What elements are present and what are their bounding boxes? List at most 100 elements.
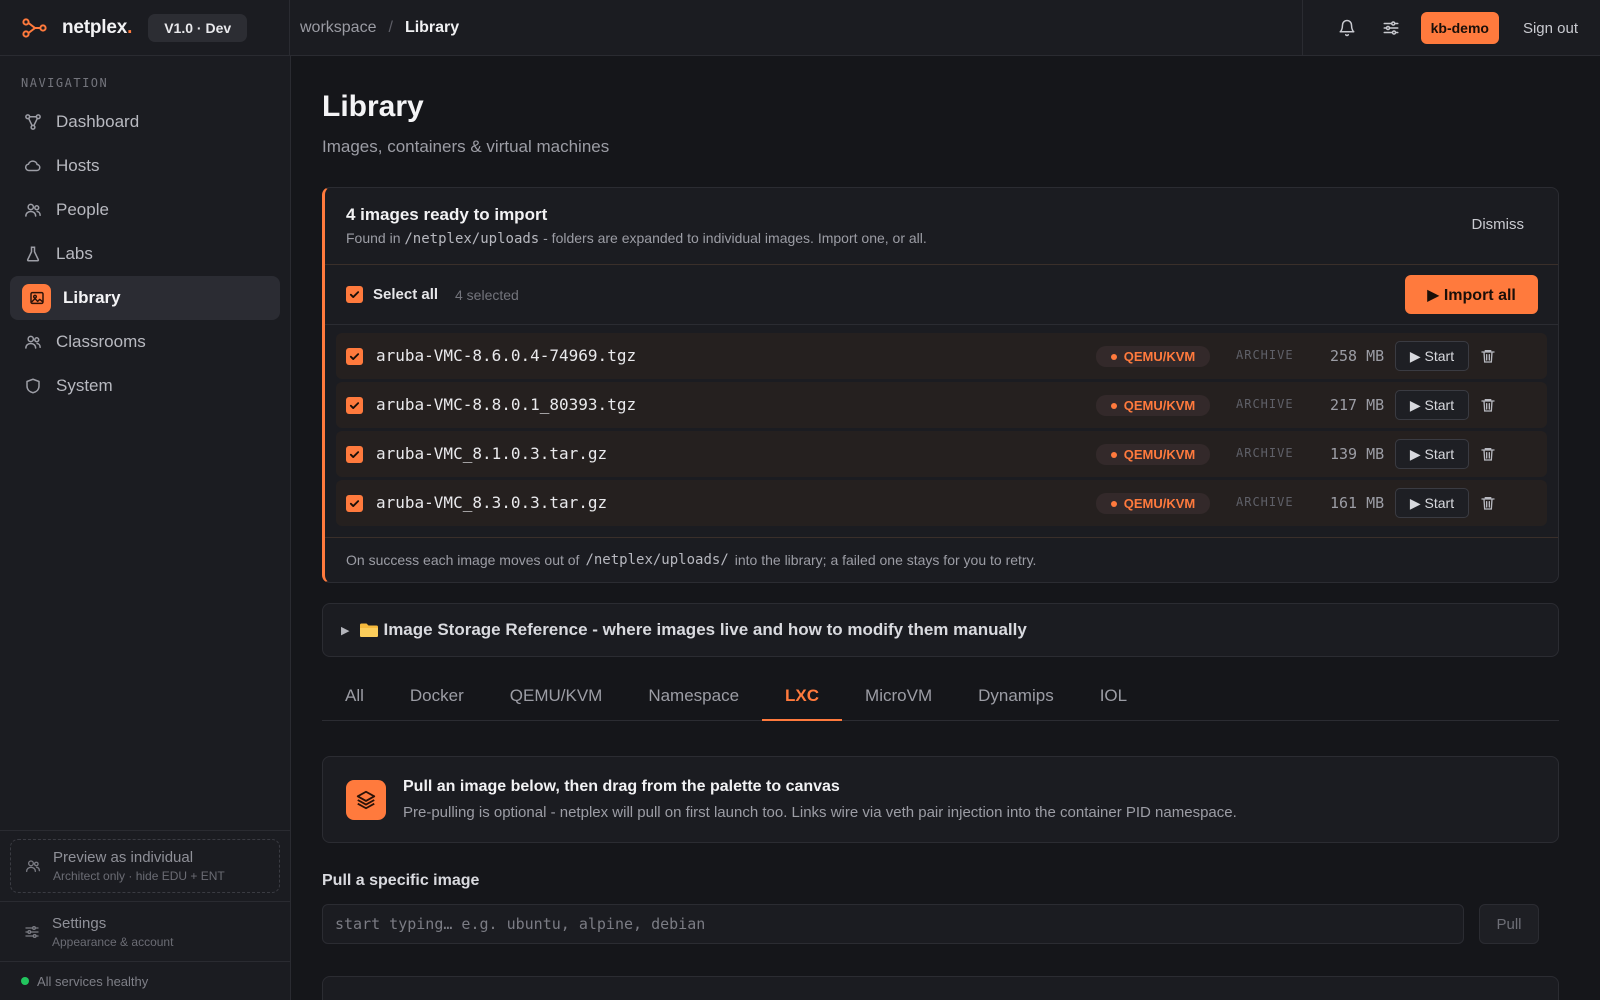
file-size: 217 MB [1330, 396, 1385, 414]
checkmark-icon [349, 451, 360, 458]
sidebar-footer: Preview as individual Architect only · h… [0, 822, 290, 1000]
status-dot-icon [21, 977, 29, 985]
cloud-icon [24, 160, 41, 172]
sliders-icon [1383, 21, 1399, 35]
file-checkbox[interactable] [346, 495, 363, 512]
top-bar: netplex. V1.0 · Dev workspace / Library … [0, 0, 1600, 56]
file-kind: ARCHIVE [1236, 397, 1294, 411]
file-name: aruba-VMC_8.3.0.3.tar.gz [376, 493, 608, 512]
trash-icon [1481, 350, 1495, 363]
breadcrumb-workspace[interactable]: workspace [300, 19, 376, 37]
flask-icon [26, 246, 40, 262]
select-all-checkbox[interactable] [346, 286, 363, 303]
dot-icon [1110, 451, 1117, 458]
file-checkbox[interactable] [346, 348, 363, 365]
sliders-icon [25, 925, 39, 938]
sign-out-button[interactable]: Sign out [1499, 20, 1600, 37]
delete-button[interactable] [1480, 397, 1496, 413]
tab-dynamips[interactable]: Dynamips [955, 676, 1077, 721]
start-import-button[interactable]: ▶ Start [1395, 488, 1469, 518]
people-icon [25, 335, 41, 349]
sidebar-item-dashboard[interactable]: Dashboard [10, 100, 280, 144]
nav-list: Dashboard Hosts People Labs Library Clas… [10, 100, 280, 408]
file-checkbox[interactable] [346, 397, 363, 414]
nodes-icon [25, 114, 41, 130]
storage-reference-label: Image Storage Reference - where images l… [383, 620, 1027, 639]
file-kind: ARCHIVE [1236, 495, 1294, 509]
netplex-logo-icon [22, 17, 47, 38]
breadcrumb-current: Library [404, 18, 460, 36]
dot-icon [1110, 402, 1117, 409]
dot-icon [1110, 353, 1117, 360]
tab-all[interactable]: All [322, 676, 387, 721]
tab-microvm[interactable]: MicroVM [842, 676, 955, 721]
pull-info-card: Pull an image below, then drag from the … [322, 756, 1559, 843]
tab-docker[interactable]: Docker [387, 676, 487, 721]
list-item: aruba-VMC-8.6.0.4-74969.tgz QEMU/KVM ARC… [336, 333, 1547, 379]
caret-right-icon: ▶ [341, 624, 350, 637]
brand-name[interactable]: netplex. [62, 17, 132, 39]
version-badge[interactable]: V1.0 · Dev [148, 13, 248, 42]
storage-reference-toggle[interactable]: ▶ Image Storage Reference - where images… [322, 603, 1559, 657]
checkmark-icon [349, 291, 360, 298]
delete-button[interactable] [1480, 348, 1496, 364]
breadcrumb: workspace / Library [290, 19, 459, 37]
sidebar-item-labs[interactable]: Labs [10, 232, 280, 276]
user-badge[interactable]: kb-demo [1420, 12, 1499, 44]
sidebar-item-label: Dashboard [56, 112, 140, 131]
tab-iol[interactable]: IOL [1077, 676, 1150, 721]
import-banner-title: 4 images ready to import [346, 205, 548, 224]
image-icon [22, 283, 51, 313]
file-kind: ARCHIVE [1236, 348, 1294, 362]
pull-image-input[interactable] [322, 904, 1464, 944]
select-all-label[interactable]: Select all [373, 286, 438, 303]
tab-qemu-kvm[interactable]: QEMU/KVM [487, 676, 626, 721]
sidebar-item-library[interactable]: Library [10, 276, 280, 320]
trash-icon [1481, 497, 1495, 510]
file-checkbox[interactable] [346, 446, 363, 463]
type-badge: QEMU/KVM [1096, 395, 1210, 416]
tab-lxc[interactable]: LXC [762, 676, 843, 721]
list-item: aruba-VMC_8.1.0.3.tar.gz QEMU/KVM ARCHIV… [336, 431, 1547, 477]
import-all-button[interactable]: ▶ Import all [1405, 275, 1538, 314]
preview-title: Preview as individual [53, 849, 194, 866]
settings-button[interactable]: Settings Appearance & account [0, 902, 290, 962]
page-subtitle: Images, containers & virtual machines [322, 137, 610, 156]
delete-button[interactable] [1480, 446, 1496, 462]
notifications-button[interactable] [1325, 8, 1369, 48]
sidebar-item-label: System [56, 376, 113, 395]
preview-as-individual-button[interactable]: Preview as individual Architect only · h… [10, 839, 280, 893]
image-type-tabs: All Docker QEMU/KVM Namespace LXC MicroV… [322, 676, 1559, 721]
start-import-button[interactable]: ▶ Start [1395, 439, 1469, 469]
pull-label: Pull a specific image [322, 872, 480, 889]
info-description: Pre-pulling is optional - netplex will p… [403, 804, 1237, 821]
trash-icon [1481, 448, 1495, 461]
sidebar-item-label: Library [63, 288, 121, 307]
file-size: 258 MB [1330, 347, 1385, 365]
selected-count: 4 selected [455, 287, 519, 303]
tab-namespace[interactable]: Namespace [625, 676, 762, 721]
sidebar-item-system[interactable]: System [10, 364, 280, 408]
import-banner-footer: On success each image moves out of /netp… [325, 537, 1558, 582]
pull-button[interactable]: Pull [1479, 904, 1539, 944]
page-title: Library [322, 90, 424, 123]
file-name: aruba-VMC_8.1.0.3.tar.gz [376, 444, 608, 463]
sidebar-item-classrooms[interactable]: Classrooms [10, 320, 280, 364]
file-size: 161 MB [1330, 494, 1385, 512]
import-banner: 4 images ready to import Found in /netpl… [322, 187, 1559, 583]
start-import-button[interactable]: ▶ Start [1395, 390, 1469, 420]
pending-image-list: aruba-VMC-8.6.0.4-74969.tgz QEMU/KVM ARC… [336, 333, 1547, 529]
delete-button[interactable] [1480, 495, 1496, 511]
people-icon [25, 203, 41, 217]
import-banner-header: 4 images ready to import Found in /netpl… [325, 188, 1558, 265]
people-icon [26, 860, 40, 872]
settings-title: Settings [52, 914, 107, 932]
preferences-button[interactable] [1369, 8, 1413, 48]
start-import-button[interactable]: ▶ Start [1395, 341, 1469, 371]
file-name: aruba-VMC-8.8.0.1_80393.tgz [376, 395, 637, 414]
dismiss-button[interactable]: Dismiss [1472, 216, 1525, 233]
sidebar-item-hosts[interactable]: Hosts [10, 144, 280, 188]
list-item: aruba-VMC-8.8.0.1_80393.tgz QEMU/KVM ARC… [336, 382, 1547, 428]
sidebar-item-people[interactable]: People [10, 188, 280, 232]
settings-text: Settings Appearance & account [52, 915, 173, 949]
